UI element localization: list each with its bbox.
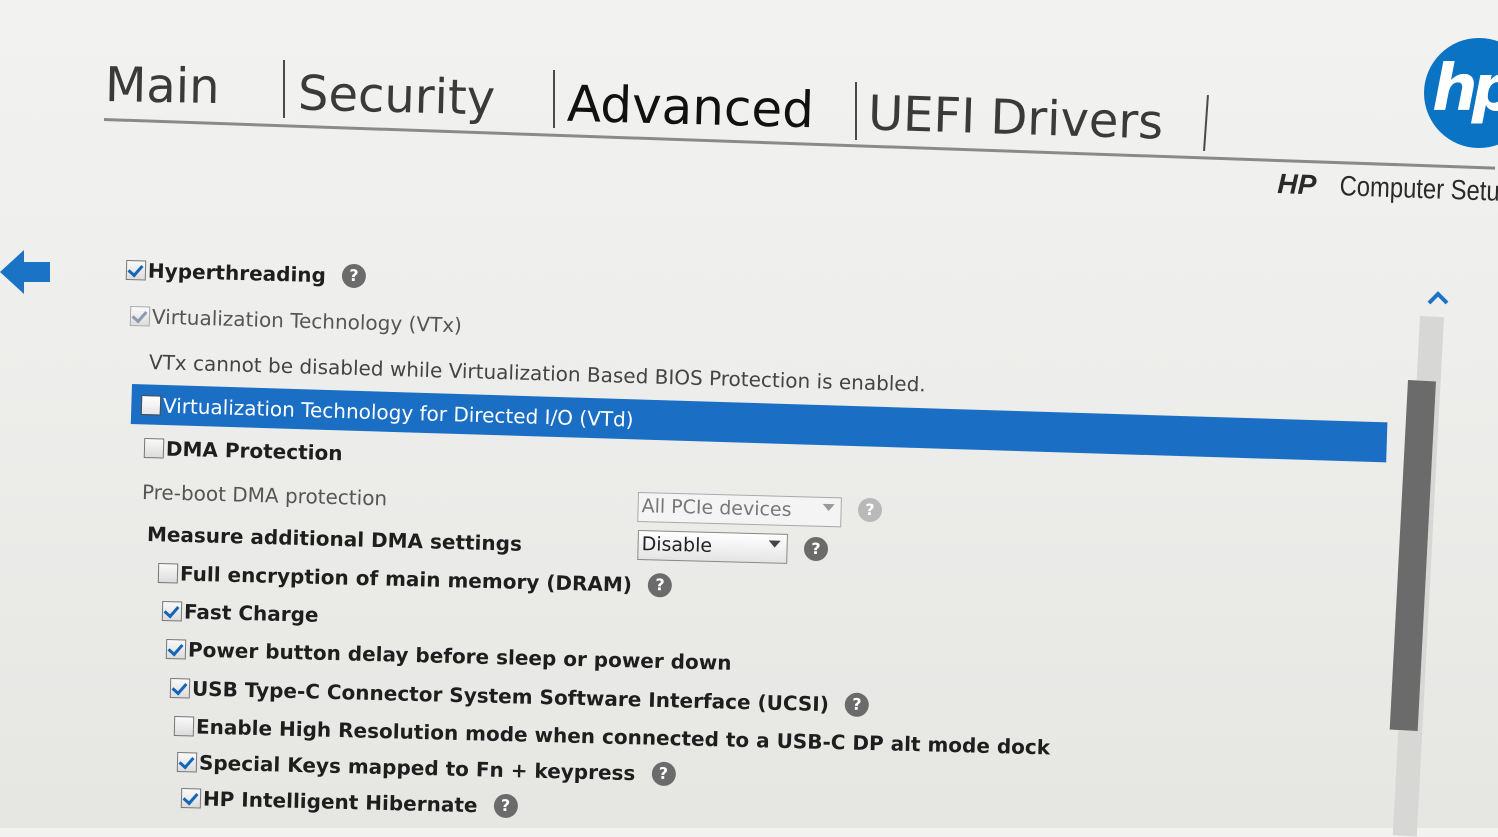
vtd-checkbox[interactable] (140, 395, 162, 416)
tab-separator (855, 82, 857, 140)
preboot-dma-value: All PCIe devices (641, 495, 792, 522)
product-title: HP Computer Setup (1276, 168, 1498, 208)
fast-charge-label: Fast Charge (183, 599, 319, 627)
setting-intelligent-hibernate[interactable]: HP Intelligent Hibernate ? (180, 786, 518, 819)
tab-advanced[interactable]: Advanced (566, 75, 814, 139)
special-keys-checkbox[interactable] (176, 752, 198, 773)
help-icon[interactable]: ? (804, 537, 828, 561)
hyperthreading-label: Hyperthreading (147, 258, 327, 288)
preboot-dma-label: Pre-boot DMA protection (141, 480, 388, 511)
fast-charge-checkbox[interactable] (161, 601, 183, 622)
intelligent-hibernate-label: HP Intelligent Hibernate (202, 786, 478, 818)
vtx-label: Virtualization Technology (VTx) (151, 304, 463, 338)
tab-main[interactable]: Main (105, 57, 221, 115)
tab-separator (1203, 94, 1209, 152)
setting-preboot-dma: Pre-boot DMA protection (142, 480, 388, 510)
measure-dma-label: Measure additional DMA settings (146, 522, 523, 556)
tab-uefi-drivers[interactable]: UEFI Drivers (867, 85, 1164, 150)
tab-bar: Main Security Advanced UEFI Drivers (0, 0, 1498, 170)
setting-ucsi[interactable]: USB Type-C Connector System Software Int… (169, 676, 870, 718)
help-icon: ? (858, 498, 882, 522)
ucsi-checkbox[interactable] (169, 678, 191, 699)
chevron-up-icon[interactable] (1425, 288, 1451, 308)
full-encryption-checkbox[interactable] (157, 563, 179, 584)
help-icon[interactable]: ? (647, 572, 673, 598)
special-keys-label: Special Keys mapped to Fn + keypress (198, 750, 636, 786)
chevron-down-icon (822, 503, 835, 512)
help-icon[interactable]: ? (341, 263, 367, 289)
tab-separator (283, 60, 285, 118)
chevron-down-icon (768, 540, 781, 548)
power-button-delay-label: Power button delay before sleep or power… (187, 637, 732, 675)
setting-full-encryption[interactable]: Full encryption of main memory (DRAM) ? (157, 561, 673, 598)
help-icon[interactable]: ? (844, 692, 870, 718)
setting-measure-dma[interactable]: Measure additional DMA settings (147, 522, 523, 556)
tab-security[interactable]: Security (297, 65, 496, 126)
dma-protection-checkbox[interactable] (143, 438, 165, 459)
hyperthreading-checkbox[interactable] (125, 260, 147, 281)
setting-fast-charge[interactable]: Fast Charge (161, 599, 319, 627)
dma-protection-label: DMA Protection (165, 436, 343, 466)
full-encryption-label: Full encryption of main memory (DRAM) (179, 561, 633, 597)
setting-power-button-delay[interactable]: Power button delay before sleep or power… (165, 637, 732, 675)
tab-separator (553, 70, 555, 128)
high-res-mode-checkbox[interactable] (173, 716, 195, 737)
measure-dma-value: Disable (641, 533, 713, 557)
setting-hyperthreading[interactable]: Hyperthreading ? (125, 258, 367, 289)
measure-dma-select[interactable]: Disable (637, 530, 788, 564)
back-arrow-icon[interactable] (0, 248, 54, 296)
preboot-dma-select: All PCIe devices (637, 492, 842, 528)
power-button-delay-checkbox[interactable] (165, 639, 187, 660)
setting-vtx: Virtualization Technology (VTx) (129, 304, 463, 338)
ucsi-label: USB Type-C Connector System Software Int… (191, 676, 830, 717)
help-icon[interactable]: ? (651, 761, 676, 787)
vtx-checkbox (129, 306, 151, 327)
help-icon[interactable]: ? (493, 793, 518, 819)
setting-dma-protection[interactable]: DMA Protection (143, 436, 343, 466)
intelligent-hibernate-checkbox[interactable] (180, 788, 202, 809)
setting-special-keys[interactable]: Special Keys mapped to Fn + keypress ? (176, 750, 676, 787)
